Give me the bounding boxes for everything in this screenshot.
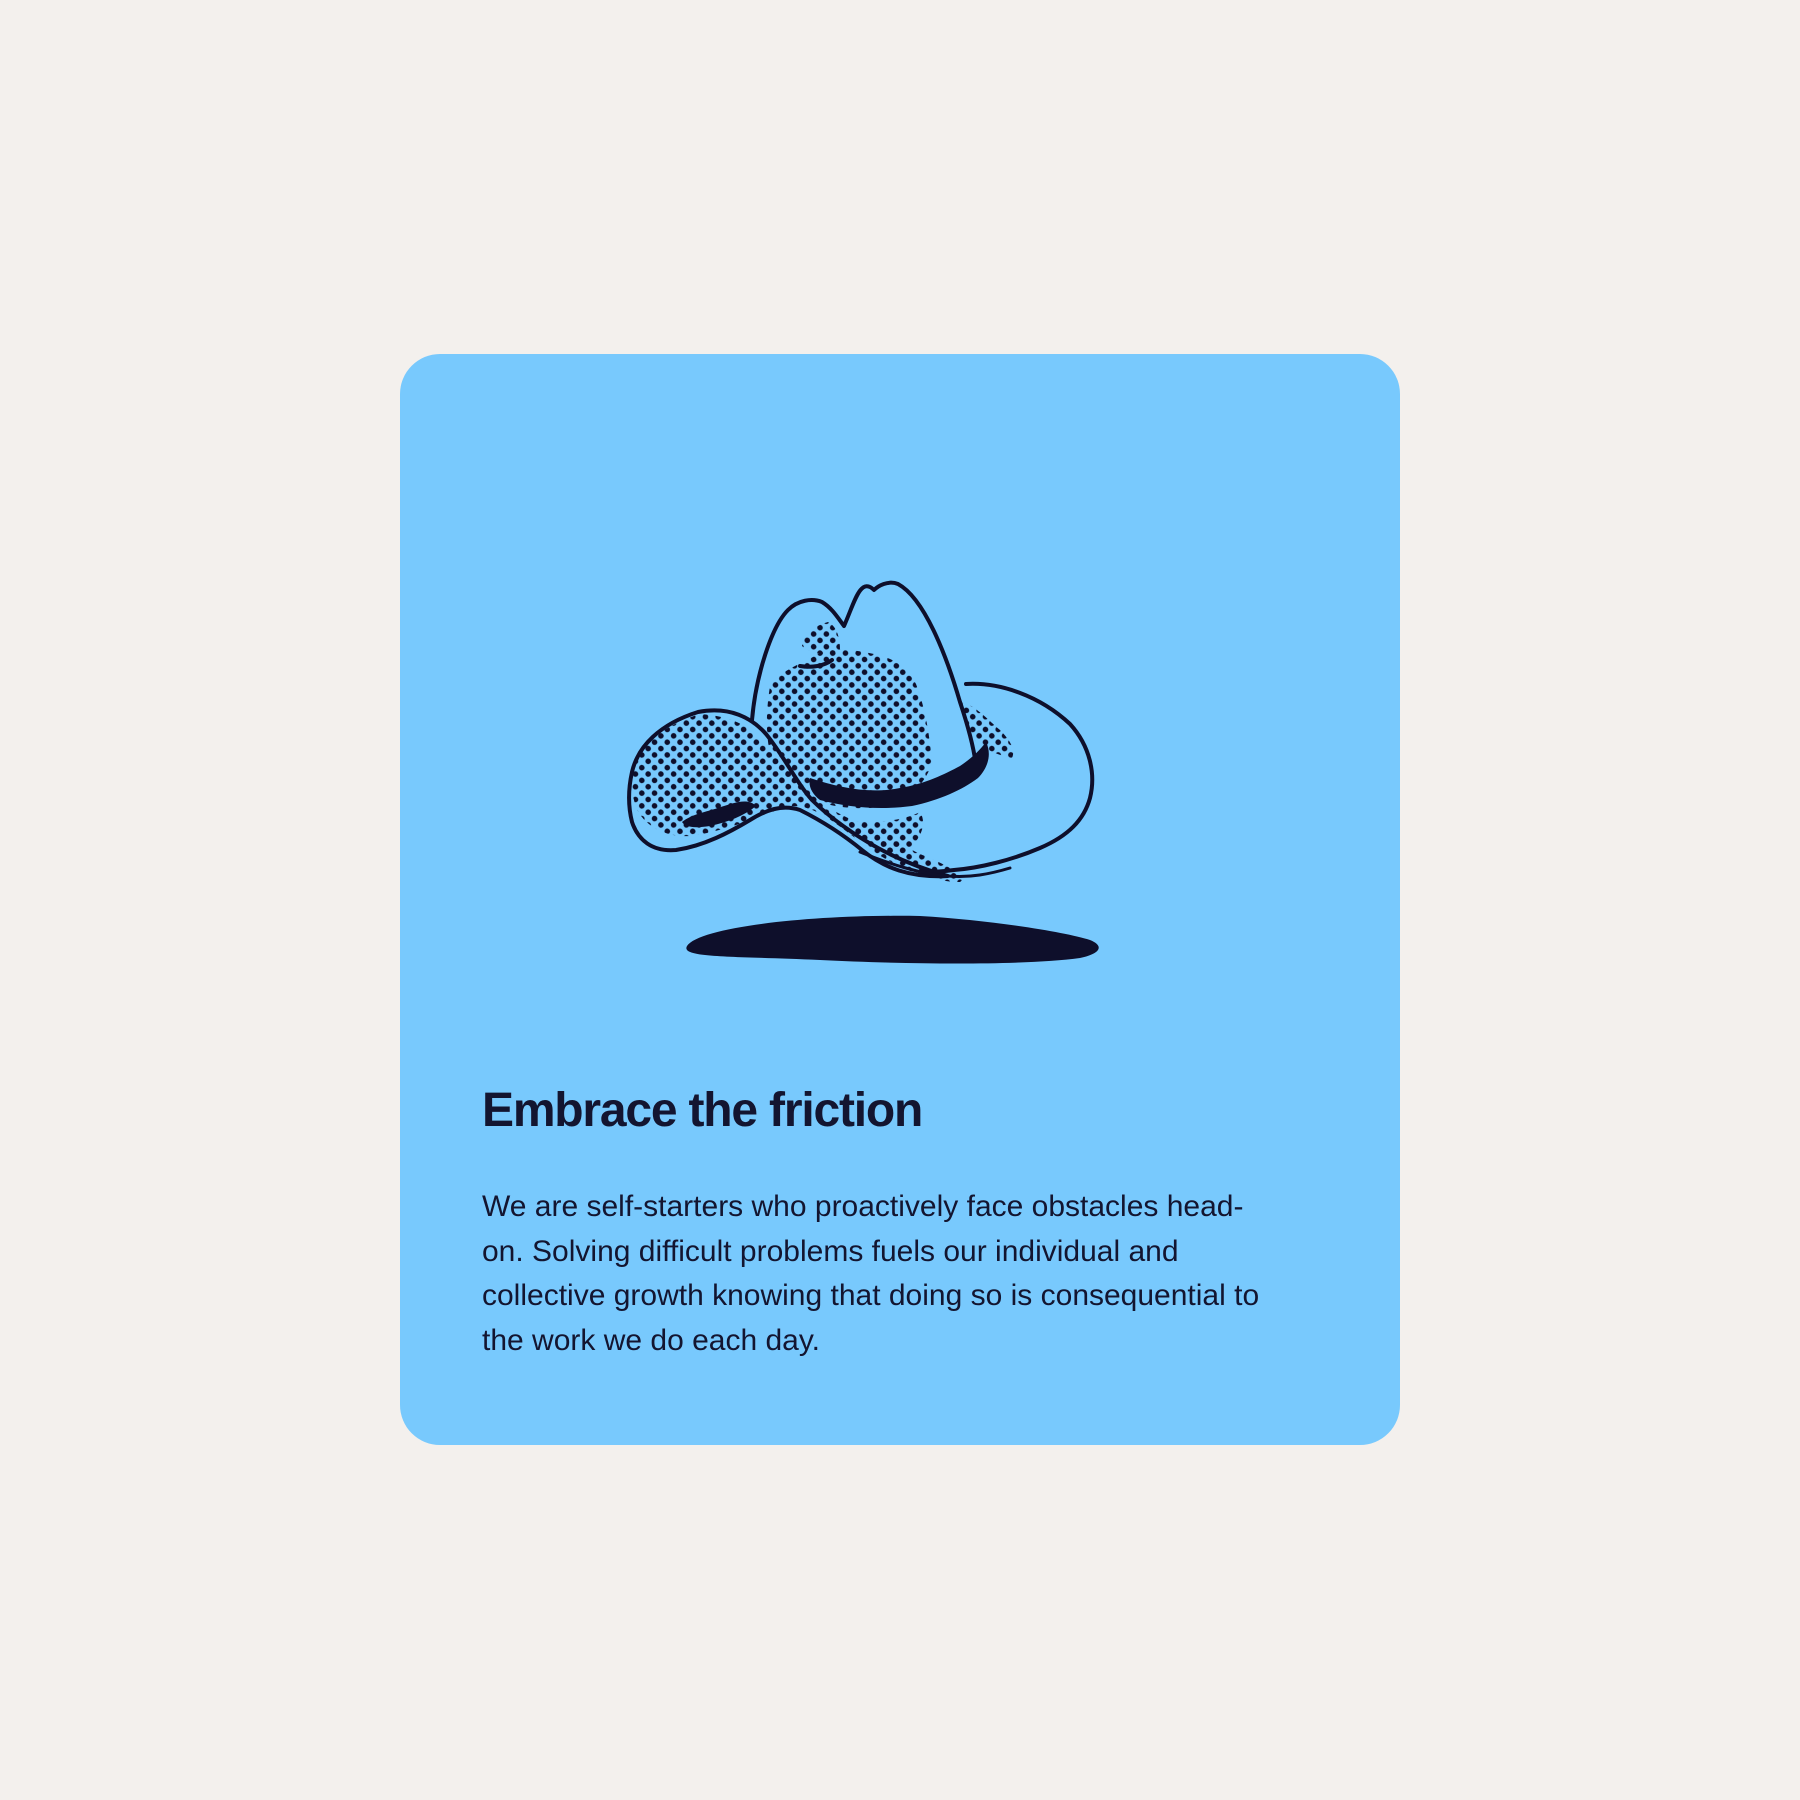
hat-shadow xyxy=(686,915,1099,964)
value-card: Embrace the friction We are self-starter… xyxy=(400,354,1400,1445)
hat-shading-crown-top xyxy=(802,622,840,655)
cowboy-hat-icon xyxy=(627,580,1099,964)
hat-shading-crown xyxy=(766,649,932,809)
card-description: We are self-starters who proactively fac… xyxy=(482,1190,1260,1357)
card-title: Embrace the friction xyxy=(482,1084,923,1137)
